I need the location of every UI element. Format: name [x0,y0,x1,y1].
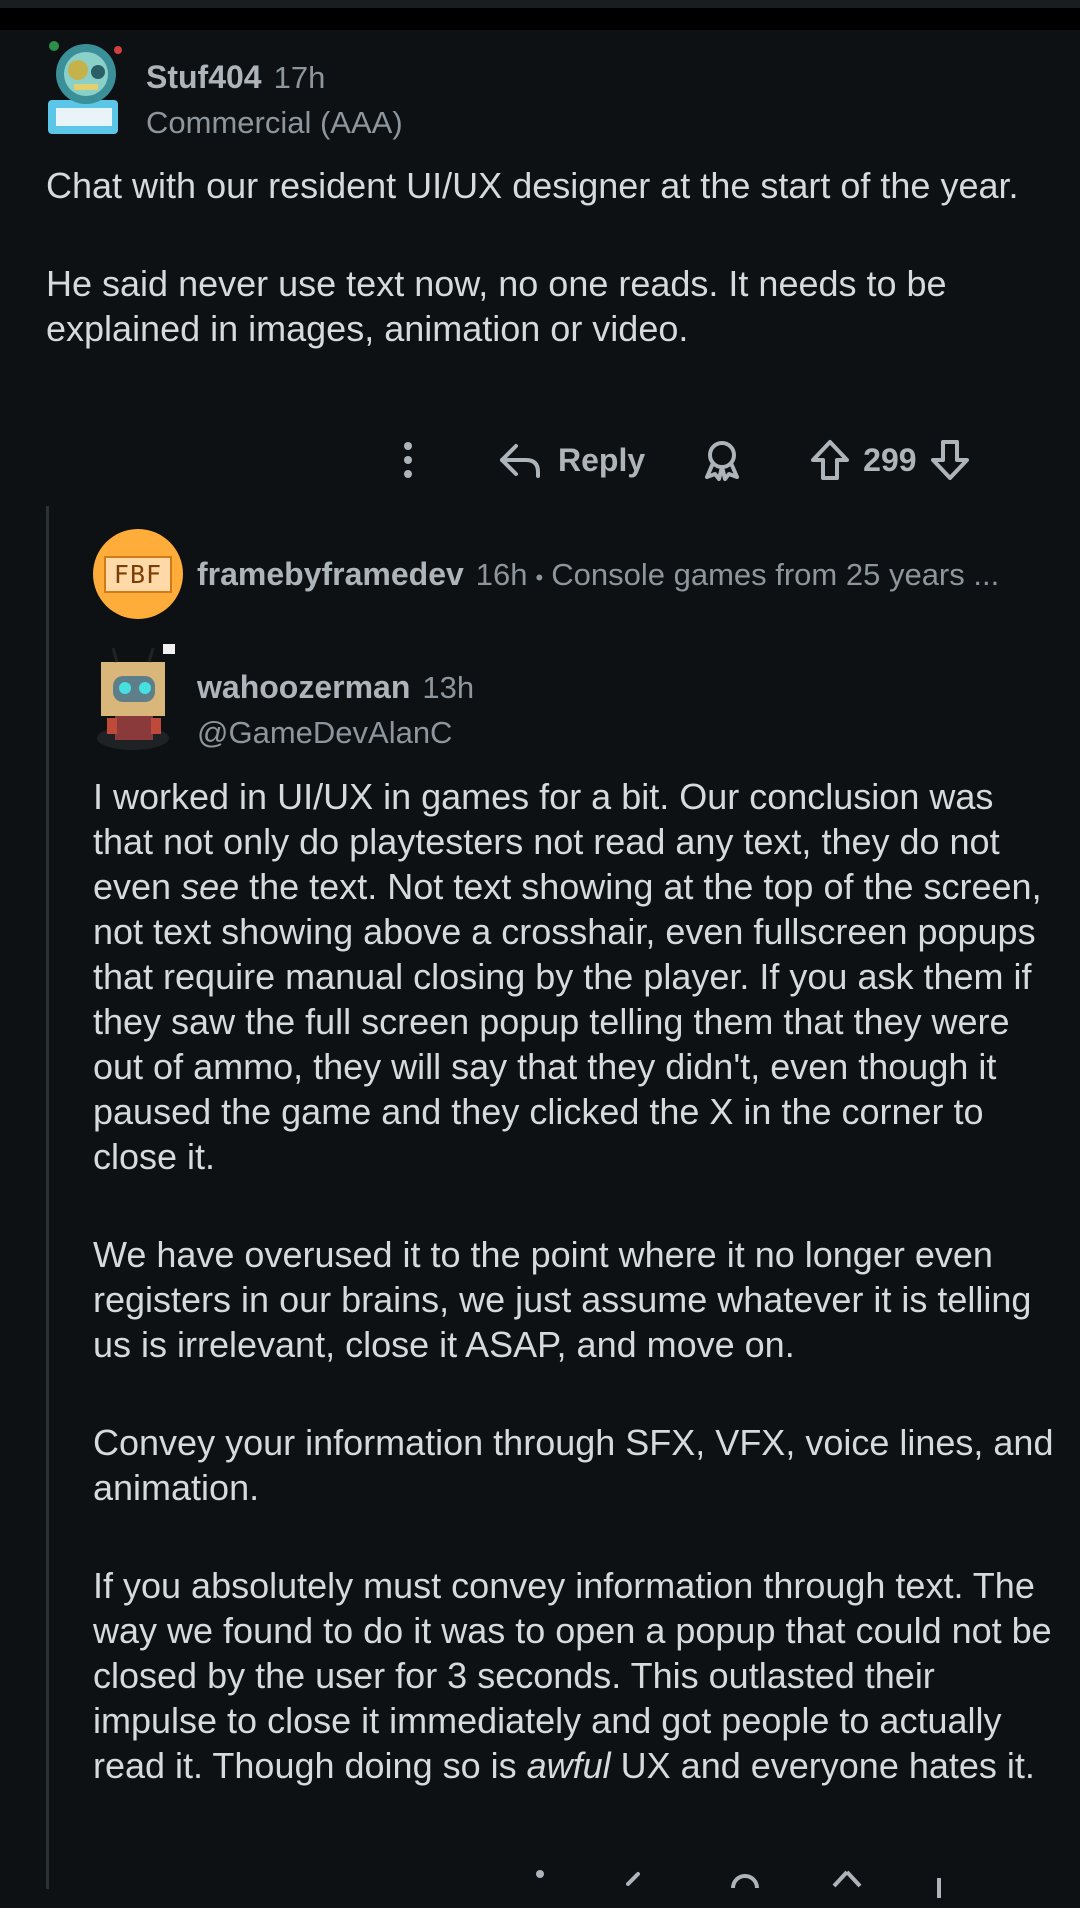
username[interactable]: Stuf404 [146,58,262,96]
downvote-icon[interactable] [929,438,971,482]
downvote-icon[interactable] [918,1868,960,1898]
comment-header: wahoozerman 13h @GameDevAlanC [93,642,474,753]
username[interactable]: framebyframedev [197,556,464,593]
username[interactable]: wahoozerman [197,668,410,706]
timestamp: 13h [422,670,475,705]
avatar[interactable] [46,38,132,138]
reply-button[interactable]: Reply [498,440,645,480]
more-vertical-icon[interactable] [520,1868,560,1898]
reply-arrow-icon [500,444,540,478]
user-flair: @GameDevAlanC [197,715,453,750]
vote-controls: 299 [809,438,970,482]
reply-label: Reply [558,441,646,478]
reply-arrow-icon[interactable] [620,1868,664,1898]
award-icon[interactable] [724,1868,766,1898]
status-bar [0,0,1080,30]
user-flair: Console games from 25 years ... [551,556,1000,592]
comment-body: I worked in UI/UX in games for a bit. Ou… [93,774,1063,1841]
collapsed-comment[interactable]: FBF framebyframedev 16h • Console games … [93,528,999,620]
comment-paragraph: Chat with our resident UI/UX designer at… [46,165,1019,206]
vote-score: 299 [863,441,917,478]
comment-paragraph: I worked in UI/UX in games for a bit. Ou… [93,774,1063,1179]
comment-header: Stuf404 17h Commercial (AAA) [46,38,403,148]
emphasis: awful [526,1745,611,1786]
status-bar-strip [0,0,1080,8]
thread-line[interactable] [46,506,49,1889]
comment-action-bar: Reply 299 [380,430,1020,490]
comment-meta: Stuf404 17h Commercial (AAA) [146,58,403,143]
more-vertical-icon [404,442,412,478]
upvote-icon[interactable] [826,1868,868,1898]
avatar-text: FBF [103,555,173,593]
text-run: UX and everyone hates it. [610,1745,1035,1786]
comment-action-bar [500,1868,1060,1908]
comment-paragraph: Convey your information through SFX, VFX… [93,1422,1054,1508]
avatar[interactable]: FBF [93,529,183,619]
collapsed-meta: framebyframedev 16h • Console games from… [197,556,999,593]
award-icon [705,441,740,481]
avatar[interactable] [93,642,183,752]
upvote-icon[interactable] [809,438,851,482]
timestamp: 17h [273,60,326,95]
comment-paragraph: We have overused it to the point where i… [93,1234,1032,1365]
award-button[interactable] [701,439,743,481]
text-run: the text. Not text showing at the top of… [93,866,1042,1177]
comment-paragraph: He said never use text now, no one reads… [46,263,947,349]
timestamp: 16h [475,556,528,592]
more-options-button[interactable] [380,440,436,480]
comment-paragraph: If you absolutely must convey informatio… [93,1563,1063,1788]
user-flair: Commercial (AAA) [146,105,403,140]
comment-body: Chat with our resident UI/UX designer at… [46,163,1046,404]
comment-meta: wahoozerman 13h @GameDevAlanC [197,668,474,753]
separator: • [535,564,544,590]
emphasis: see [181,866,240,907]
